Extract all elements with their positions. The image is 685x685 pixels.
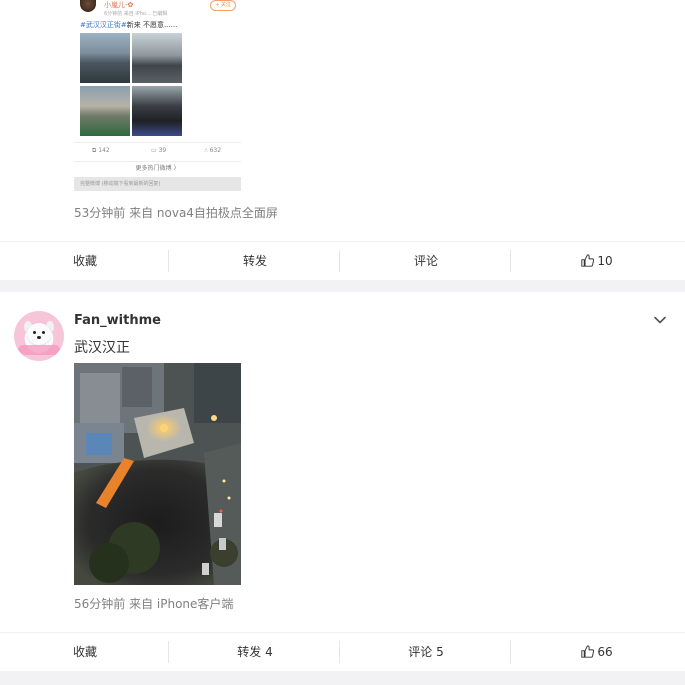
post-text: 武汉汉正 bbox=[74, 340, 130, 356]
divider bbox=[168, 250, 169, 272]
avatar-dog-face bbox=[27, 323, 51, 345]
crowd-photo-illustration bbox=[74, 363, 241, 585]
embed-avatar bbox=[80, 0, 96, 12]
favorite-button[interactable]: 收藏 bbox=[0, 633, 170, 671]
comment-button[interactable]: 评论 bbox=[341, 242, 511, 280]
embed-photo-3 bbox=[80, 86, 130, 136]
repost-button[interactable]: 转发 4 bbox=[170, 633, 340, 671]
embed-action-bar: ⧉ 142 ▭ 39 ☝ 632 bbox=[74, 142, 241, 162]
embed-repost-count: ⧉ 142 bbox=[92, 147, 110, 154]
divider bbox=[339, 641, 340, 663]
embed-more-link: 更多热门微博 〉 bbox=[135, 165, 180, 172]
avatar-dog-eye bbox=[42, 331, 45, 334]
embed-like-count: ☝ 632 bbox=[204, 147, 222, 154]
avatar-dog-eye bbox=[33, 331, 36, 334]
avatar-pink-ribbon bbox=[18, 345, 60, 355]
divider bbox=[510, 641, 511, 663]
embed-meta: 6分钟前 来自 iPho... 已编辑 bbox=[104, 11, 168, 17]
divider bbox=[510, 250, 511, 272]
embed-follow-button: + 关注 bbox=[210, 0, 236, 11]
post-separator bbox=[0, 671, 685, 685]
embed-comment-count: ▭ 39 bbox=[151, 147, 167, 154]
embed-photo-4 bbox=[132, 86, 182, 136]
avatar-dog-nose bbox=[37, 336, 41, 339]
embed-footer-bar: 完整微博 (移动端下看到最新的回复) bbox=[74, 177, 241, 191]
post-meta: 53分钟前 来自 nova4自拍极点全面屏 bbox=[74, 206, 278, 220]
post-image[interactable] bbox=[74, 363, 241, 585]
repost-button[interactable]: 转发 bbox=[170, 242, 340, 280]
embedded-screenshot-card[interactable]: 小嵐儿-✿ 6分钟前 来自 iPho... 已编辑 + 关注 #武汉汉正街#新来… bbox=[74, 0, 241, 192]
avatar[interactable] bbox=[14, 311, 64, 361]
thumbs-up-icon bbox=[581, 254, 595, 267]
embed-photo-1 bbox=[80, 33, 130, 83]
thumbs-up-icon bbox=[581, 645, 595, 658]
embed-text: #武汉汉正街#新来 不愿意...... bbox=[80, 20, 177, 30]
like-button[interactable]: 66 bbox=[512, 633, 682, 671]
embed-photo-2 bbox=[132, 33, 182, 83]
embed-footer-text: 完整微博 (移动端下看到最新的回复) bbox=[80, 181, 161, 187]
embed-hashtag: #武汉汉正街# bbox=[80, 21, 127, 29]
chevron-down-icon[interactable] bbox=[653, 313, 667, 327]
like-button[interactable]: 10 bbox=[512, 242, 682, 280]
divider bbox=[339, 250, 340, 272]
embed-text-body: 新来 不愿意...... bbox=[126, 21, 178, 29]
comment-button[interactable]: 评论 5 bbox=[341, 633, 511, 671]
divider bbox=[168, 641, 169, 663]
post-action-bar: 收藏 转发 评论 10 bbox=[0, 241, 685, 281]
like-count: 10 bbox=[597, 254, 613, 268]
post-separator bbox=[0, 280, 685, 292]
favorite-button[interactable]: 收藏 bbox=[0, 242, 170, 280]
username[interactable]: Fan_withme bbox=[74, 313, 161, 328]
embed-username: 小嵐儿-✿ bbox=[104, 1, 134, 9]
like-count: 66 bbox=[597, 645, 613, 659]
post-meta: 56分钟前 来自 iPhone客户端 bbox=[74, 597, 234, 611]
post-action-bar: 收藏 转发 4 评论 5 66 bbox=[0, 632, 685, 672]
